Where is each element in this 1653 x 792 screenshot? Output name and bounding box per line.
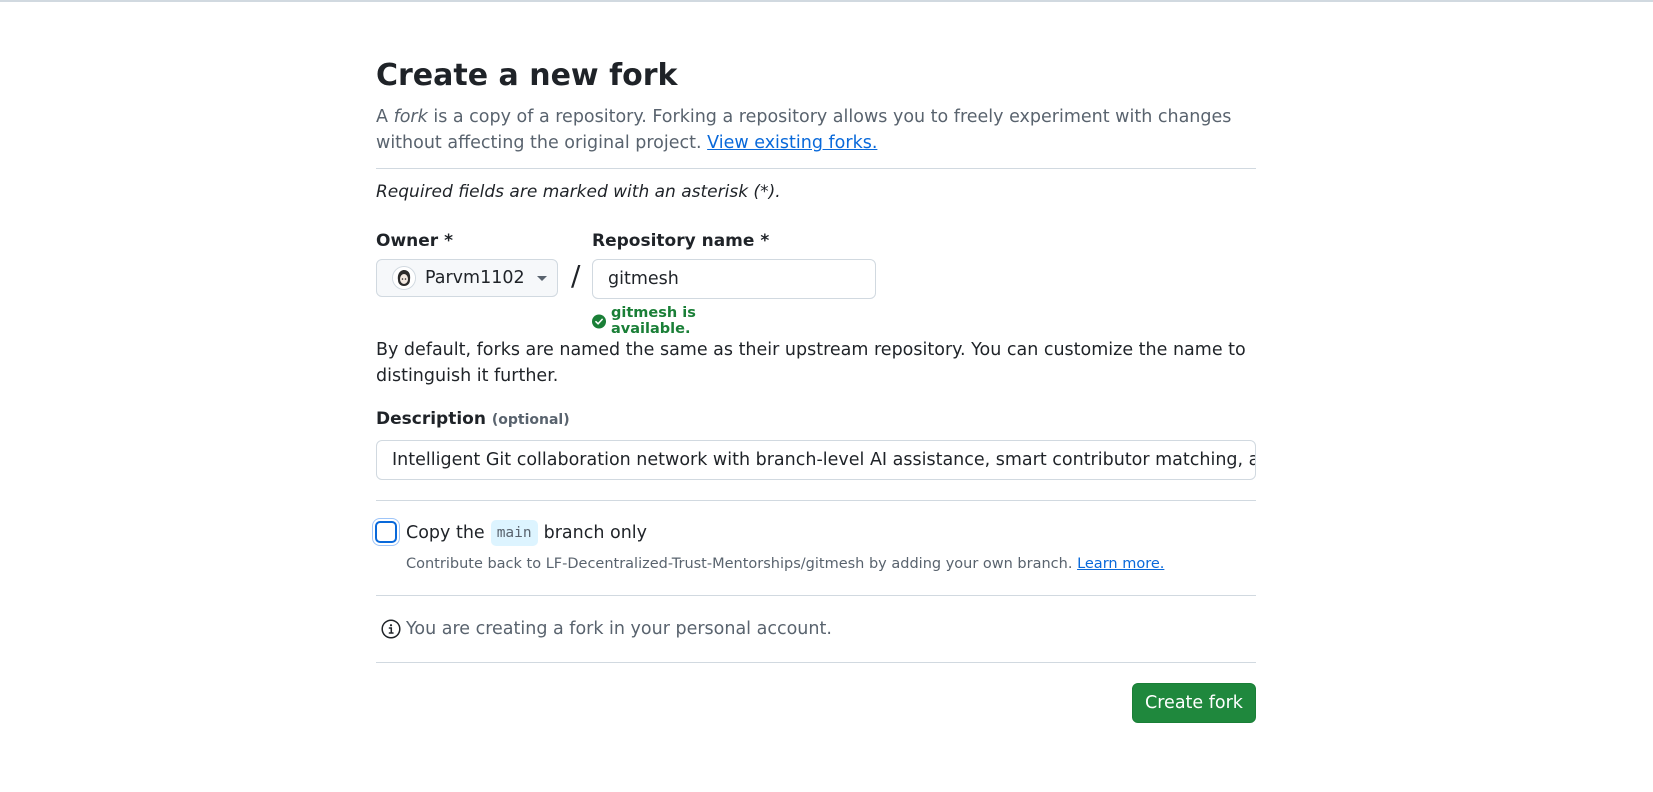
fork-form: Create a new fork A fork is a copy of a … [375, 52, 1256, 743]
required-note: Required fields are marked with an aster… [376, 182, 781, 202]
description-label: Description [376, 409, 486, 429]
divider [376, 168, 1256, 169]
copy-label-prefix: Copy the [406, 523, 485, 543]
owner-select-button[interactable]: Parvm1102 [376, 259, 558, 297]
info-icon [381, 619, 401, 639]
repo-name-label: Repository name * [592, 231, 770, 251]
copy-branch-option: Copy the main branch only Contribute bac… [375, 501, 1256, 595]
avatar [392, 266, 416, 290]
copy-main-branch-checkbox[interactable] [375, 521, 397, 543]
owner-label: Owner * [376, 231, 453, 251]
page-title: Create a new fork [376, 58, 678, 93]
owner-repo-separator: / [571, 259, 581, 292]
naming-hint: By default, forks are named the same as … [376, 340, 1246, 386]
intro-prefix: A [376, 107, 388, 127]
learn-more-link[interactable]: Learn more. [1077, 556, 1164, 572]
contribute-text: Contribute back to LF-Decentralized-Trus… [406, 556, 1073, 572]
form-actions: Create fork [376, 663, 1256, 743]
intro-text: A fork is a copy of a repository. Forkin… [376, 104, 1256, 156]
copy-branch-label[interactable]: Copy the main branch only [406, 520, 647, 546]
intro-italic: fork [393, 107, 428, 127]
create-fork-button[interactable]: Create fork [1132, 683, 1256, 723]
repo-name-input[interactable]: gitmesh [592, 259, 876, 299]
info-text: You are creating a fork in your personal… [406, 619, 832, 639]
branch-name-code: main [490, 520, 538, 546]
optional-tag: (optional) [491, 412, 570, 428]
caret-down-icon [536, 275, 547, 281]
description-label-row: Description (optional) [376, 407, 1256, 432]
owner-name: Parvm1102 [425, 268, 525, 288]
availability-text: gitmesh is available. [611, 305, 696, 337]
owner-repo-row: Owner * Parvm1102 / Repository name * gi… [376, 229, 1256, 337]
availability-status: gitmesh is available. [592, 305, 769, 337]
repo-name-field: Repository name * gitmesh gitmesh is ava… [592, 229, 876, 337]
description-input[interactable]: Intelligent Git collaboration network wi… [376, 440, 1256, 480]
check-circle-icon [592, 313, 607, 329]
account-info: You are creating a fork in your personal… [376, 596, 1256, 662]
copy-label-suffix: branch only [543, 523, 648, 543]
contribute-hint: Contribute back to LF-Decentralized-Trus… [406, 556, 1164, 572]
top-border [0, 0, 1653, 2]
owner-field: Owner * [376, 229, 453, 253]
view-existing-forks-link[interactable]: View existing forks. [707, 133, 877, 153]
